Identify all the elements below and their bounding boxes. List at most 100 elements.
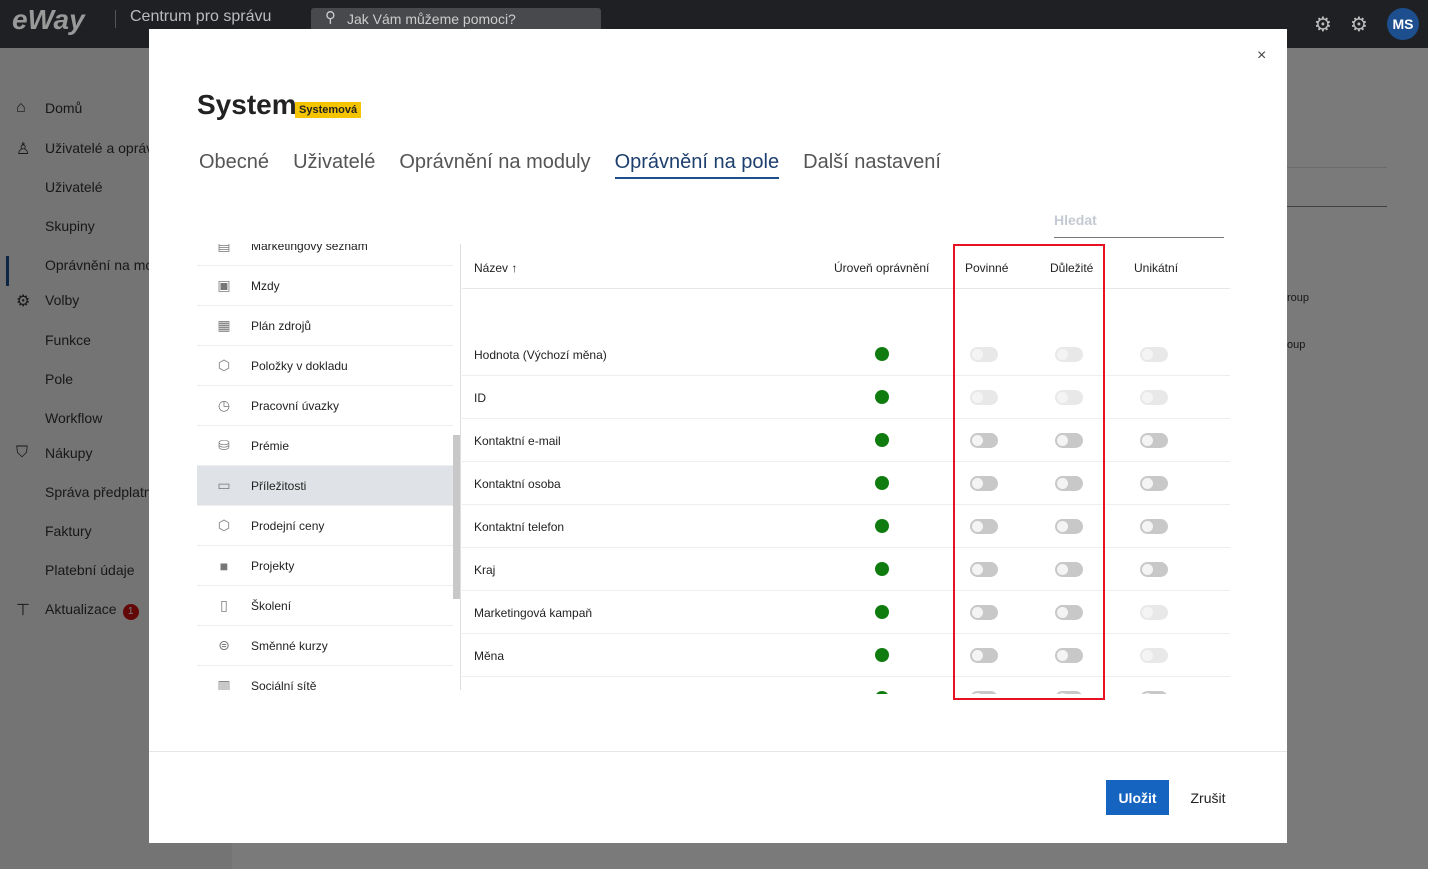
column-unique[interactable]: Unikátní: [1134, 261, 1178, 275]
tab-2[interactable]: Oprávnění na moduly: [399, 151, 590, 179]
page-scrollbar[interactable]: [1428, 0, 1436, 869]
module-item[interactable]: ◷ Pracovní úvazky: [197, 386, 453, 426]
search-placeholder: Jak Vám můžeme pomoci?: [347, 11, 516, 27]
permission-level-indicator: [875, 605, 889, 619]
field-name: Hodnota (Výchozí měna): [474, 348, 607, 362]
unique-toggle: [1140, 605, 1168, 620]
cancel-button[interactable]: Zrušit: [1179, 780, 1237, 815]
field-name: ID: [474, 391, 486, 405]
unique-toggle[interactable]: [1140, 562, 1168, 577]
module-item[interactable]: ⛁ Prémie: [197, 426, 453, 466]
module-icon: ▭: [217, 477, 231, 493]
tab-1[interactable]: Uživatelé: [293, 151, 375, 179]
table-row: Kraj: [462, 548, 1230, 591]
permission-level-indicator: [875, 347, 889, 361]
save-button[interactable]: Uložit: [1106, 780, 1169, 815]
unique-toggle: [1140, 347, 1168, 362]
module-icon: ▦: [217, 317, 231, 333]
unique-toggle: [1140, 648, 1168, 663]
column-level[interactable]: Úroveň oprávnění: [834, 261, 929, 275]
module-label: Projekty: [251, 558, 295, 573]
module-label: Směnné kurzy: [251, 638, 328, 653]
list-scrollbar[interactable]: [453, 435, 460, 599]
module-icon: ◷: [217, 397, 231, 413]
sort-ascending-icon: ↑: [511, 261, 518, 275]
module-label: Sociální sítě: [251, 678, 317, 691]
tab-bar: Obecné Uživatelé Oprávnění na moduly Oprávn…: [199, 151, 941, 179]
module-label: Marketingový seznam: [251, 244, 368, 253]
module-item[interactable]: ▥ Sociální sítě: [197, 666, 453, 690]
module-icon: ▯: [220, 597, 228, 613]
table-row: Kontaktní telefon: [462, 505, 1230, 548]
module-icon: ▤: [217, 244, 231, 253]
module-label: Příležitosti: [251, 478, 307, 493]
module-icon: ⬡: [217, 517, 231, 533]
module-item[interactable]: ▣ Mzdy: [197, 266, 453, 306]
unique-toggle[interactable]: [1140, 519, 1168, 534]
field-permissions-table: Název ↑ Úroveň oprávnění Povinné Důležit…: [462, 244, 1232, 694]
eway-logo[interactable]: eWay: [12, 4, 85, 36]
search-input[interactable]: Hledat: [1054, 212, 1224, 238]
plugins-icon[interactable]: ⚙: [1314, 12, 1332, 37]
highlight-box: [953, 244, 1105, 700]
module-item[interactable]: ⊜ Směnné kurzy: [197, 626, 453, 666]
field-name: Kraj: [474, 563, 496, 577]
dialog-title: System: [197, 89, 297, 120]
search-icon: ⚲: [325, 9, 336, 26]
avatar[interactable]: MS: [1387, 8, 1419, 40]
table-row: Hodnota (Výchozí měna): [462, 333, 1230, 376]
field-name: Kontaktní osoba: [474, 477, 561, 491]
permission-level-indicator: [875, 476, 889, 490]
module-item[interactable]: ■ Projekty: [197, 546, 453, 586]
module-label: Prémie: [251, 438, 290, 453]
module-label: Mzdy: [251, 278, 280, 293]
field-name: Měna: [474, 649, 505, 663]
module-item[interactable]: ▦ Plán zdrojů: [197, 306, 453, 346]
app-title: Centrum pro správu: [130, 8, 272, 25]
module-item[interactable]: ⬡ Prodejní ceny: [197, 506, 453, 546]
module-label: Plán zdrojů: [251, 318, 312, 333]
unique-toggle[interactable]: [1140, 476, 1168, 491]
module-icon: ⬡: [217, 357, 231, 373]
module-item[interactable]: ▯ Školení: [197, 586, 453, 626]
module-icon: ▥: [217, 677, 231, 690]
permission-level-indicator: [875, 648, 889, 662]
column-name[interactable]: Název ↑: [474, 261, 517, 275]
permission-level-indicator: [875, 691, 889, 694]
module-label: Prodejní ceny: [251, 518, 325, 533]
tab-0[interactable]: Obecné: [199, 151, 269, 179]
module-label: Školení: [251, 598, 292, 613]
permission-level-indicator: [875, 562, 889, 576]
unique-toggle: [1140, 390, 1168, 405]
divider: [115, 10, 116, 28]
close-button[interactable]: ×: [1257, 47, 1266, 65]
module-label: Položky v dokladu: [251, 358, 348, 373]
module-icon: ■: [219, 557, 229, 574]
table-row: ID: [462, 376, 1230, 419]
module-icon: ⊜: [218, 637, 230, 653]
tab-4[interactable]: Další nastavení: [803, 151, 941, 179]
tab-3[interactable]: Oprávnění na pole: [614, 151, 780, 179]
module-label: Pracovní úvazky: [251, 398, 340, 413]
table-row: Kontaktní osoba: [462, 462, 1230, 505]
gear-icon[interactable]: ⚙: [1350, 12, 1368, 37]
table-row: Kontaktní e-mail: [462, 419, 1230, 462]
table-row: Měna: [462, 634, 1230, 677]
module-item[interactable]: ▭ Příležitosti: [197, 466, 453, 506]
module-icon: ⛁: [218, 437, 230, 453]
group-dialog: × System Systemová Obecné Uživatelé Oprávn…: [149, 29, 1287, 843]
unique-toggle[interactable]: [1140, 433, 1168, 448]
permission-level-indicator: [875, 519, 889, 533]
module-item[interactable]: ▤ Marketingový seznam: [197, 244, 453, 266]
permission-level-indicator: [875, 433, 889, 447]
field-name: Město: [474, 692, 507, 694]
field-name: Marketingová kampaň: [474, 606, 593, 620]
field-name: Kontaktní telefon: [474, 520, 565, 534]
permission-level-indicator: [875, 390, 889, 404]
module-item[interactable]: ⬡ Položky v dokladu: [197, 346, 453, 386]
system-tag: Systemová: [295, 102, 362, 118]
table-row: Marketingová kampaň: [462, 591, 1230, 634]
table-row: Město: [462, 677, 1230, 694]
unique-toggle[interactable]: [1140, 691, 1168, 694]
module-icon: ▣: [217, 277, 231, 293]
